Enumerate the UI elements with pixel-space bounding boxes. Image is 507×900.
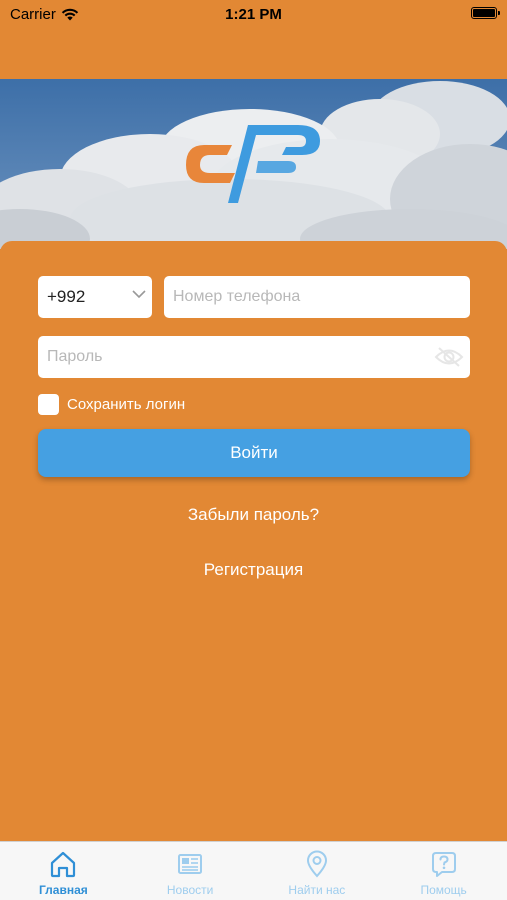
- forgot-password-link[interactable]: Забыли пароль?: [0, 505, 507, 525]
- tab-label: Найти нас: [288, 883, 346, 897]
- hide-password-icon[interactable]: [434, 345, 464, 369]
- tab-news[interactable]: Новости: [127, 842, 254, 900]
- status-time: 1:21 PM: [225, 6, 282, 23]
- home-icon: [51, 851, 76, 878]
- register-link[interactable]: Регистрация: [0, 560, 507, 580]
- tab-label: Помощь: [420, 883, 467, 897]
- tab-bar: Главная Новости Найти нас Помощь: [0, 841, 507, 900]
- tab-label: Новости: [166, 883, 214, 897]
- country-code-value: +992: [47, 287, 86, 306]
- tab-find-us[interactable]: Найти нас: [254, 842, 381, 900]
- tab-home[interactable]: Главная: [0, 842, 127, 900]
- newspaper-icon: [178, 854, 203, 874]
- password-input[interactable]: [38, 336, 470, 378]
- chevron-down-icon: [132, 290, 146, 299]
- tab-label: Главная: [38, 883, 88, 897]
- login-button[interactable]: Войти: [38, 429, 470, 477]
- country-code-select[interactable]: +992: [38, 276, 152, 318]
- battery-icon: [471, 7, 500, 19]
- login-panel: +992 Сохранить логин Войти Забыли пароль…: [0, 241, 507, 841]
- status-bar: Carrier 1:21 PM: [0, 0, 507, 28]
- remember-login-label: Сохранить логин: [67, 396, 186, 413]
- header-banner: [0, 79, 507, 249]
- map-pin-icon: [306, 850, 327, 878]
- remember-login-checkbox[interactable]: [38, 394, 59, 415]
- tab-help[interactable]: Помощь: [380, 842, 507, 900]
- help-icon: [431, 852, 456, 877]
- phone-number-input[interactable]: [164, 276, 470, 318]
